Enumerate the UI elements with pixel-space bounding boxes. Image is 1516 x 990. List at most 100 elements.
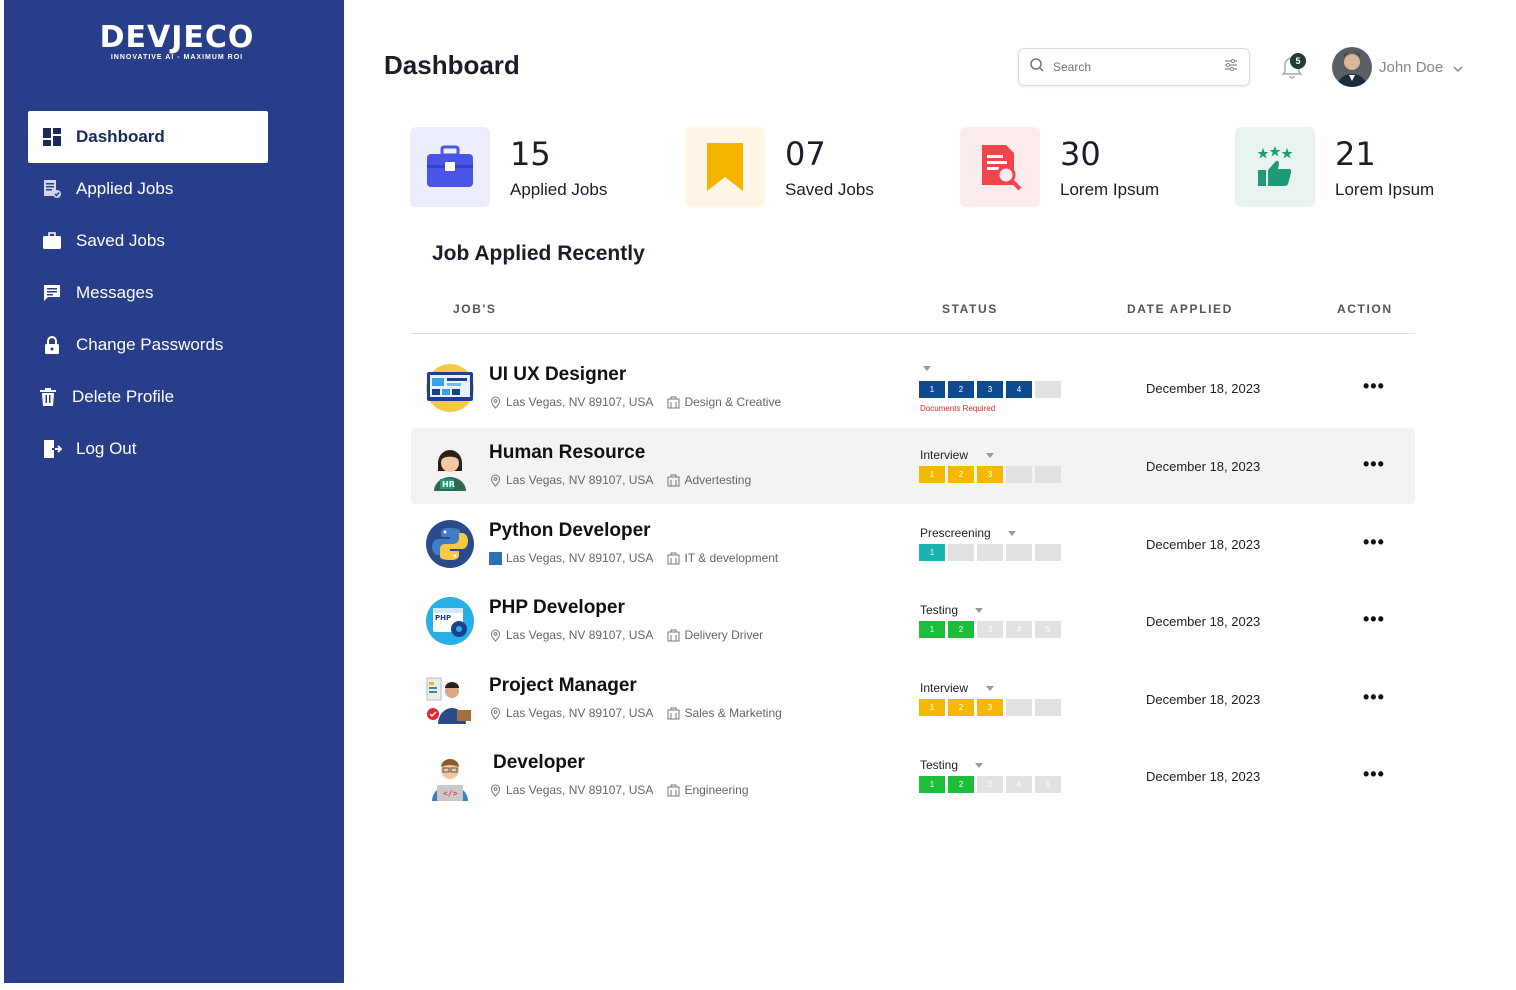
job-title[interactable]: UI UX Designer <box>489 364 626 386</box>
avatar[interactable] <box>1332 47 1372 87</box>
stat-label: Lorem Ipsum <box>1060 180 1160 199</box>
table-row[interactable]: PHP PHP Developer Las Vegas, NV 89107, U… <box>411 583 1415 659</box>
more-actions-icon[interactable]: ••• <box>1363 764 1385 785</box>
brand-logo[interactable]: DEVJECO INNOVATIVE AI - MAXIMUM ROI <box>92 22 262 62</box>
sidebar-item-change-passwords[interactable]: Change Passwords <box>28 319 268 371</box>
status-steps: 12345 <box>919 776 1064 793</box>
sidebar-item-delete-profile[interactable]: Delete Profile <box>28 371 268 423</box>
job-title[interactable]: Project Manager <box>489 675 637 697</box>
ui-ux-designer-thumbnail-icon <box>425 363 475 413</box>
search-box[interactable] <box>1018 48 1250 86</box>
status-step: 1 <box>919 699 945 716</box>
dashboard-icon <box>42 127 62 147</box>
status-dropdown-icon[interactable] <box>975 608 983 613</box>
date-applied: December 18, 2023 <box>1146 381 1261 396</box>
more-actions-icon[interactable]: ••• <box>1363 687 1385 708</box>
brand-tagline: INNOVATIVE AI - MAXIMUM ROI <box>110 54 244 61</box>
sidebar-item-label: Messages <box>76 283 154 302</box>
bookmark-icon <box>685 127 765 207</box>
status-step <box>1035 466 1061 483</box>
stat-value: 21 <box>1335 135 1376 173</box>
search-icon <box>1029 57 1045 78</box>
more-actions-icon[interactable]: ••• <box>1363 376 1385 397</box>
status-step: 3 <box>977 621 1003 638</box>
table-row[interactable]: Python Developer Las Vegas, NV 89107, US… <box>411 506 1415 582</box>
sidebar-item-label: Dashboard <box>76 127 165 146</box>
more-actions-icon[interactable]: ••• <box>1363 532 1385 553</box>
project-manager-thumbnail-icon <box>425 674 475 724</box>
date-applied: December 18, 2023 <box>1146 537 1261 552</box>
location-pin-icon <box>490 473 501 487</box>
status-label: Interview <box>920 448 969 462</box>
location-pin-icon <box>490 706 501 720</box>
status-step <box>1035 544 1061 561</box>
column-header-action: ACTION <box>1337 302 1393 316</box>
job-category: Delivery Driver <box>684 628 764 642</box>
page-title: Dashboard <box>384 50 520 80</box>
status-step: 2 <box>948 466 974 483</box>
stat-value: 07 <box>785 135 826 173</box>
php-thumbnail-icon: PHP <box>425 596 475 646</box>
sidebar-item-log-out[interactable]: Log Out <box>28 423 268 475</box>
table-row[interactable]: HR Human Resource Las Vegas, NV 89107, U… <box>411 428 1415 504</box>
job-category: Engineering <box>684 783 749 797</box>
location-pin-icon <box>490 628 501 642</box>
status-steps: 123 <box>919 699 1064 716</box>
more-actions-icon[interactable]: ••• <box>1363 454 1385 475</box>
job-title[interactable]: Python Developer <box>489 520 651 542</box>
message-icon <box>42 283 62 303</box>
job-title[interactable]: PHP Developer <box>489 597 625 619</box>
sidebar-item-label: Change Passwords <box>76 335 224 354</box>
trash-icon <box>38 387 58 407</box>
more-actions-icon[interactable]: ••• <box>1363 609 1385 630</box>
date-applied: December 18, 2023 <box>1146 459 1261 474</box>
status-step: 5 <box>1035 776 1061 793</box>
svg-text:PHP: PHP <box>435 614 451 622</box>
sidebar-item-label: Delete Profile <box>72 387 175 406</box>
chevron-down-icon[interactable] <box>1452 62 1464 80</box>
job-location: Las Vegas, NV 89107, USA <box>506 473 654 487</box>
search-input[interactable] <box>1053 60 1223 74</box>
section-title: Job Applied Recently <box>432 242 645 265</box>
logout-icon <box>42 439 62 459</box>
status-step: 1 <box>919 776 945 793</box>
thumbs-up-stars-icon <box>1235 127 1315 207</box>
svg-text:</>: </> <box>443 789 458 798</box>
developer-thumbnail-icon: </> <box>425 751 475 801</box>
python-thumbnail-icon <box>425 519 475 569</box>
table-row[interactable]: UI UX Designer Las Vegas, NV 89107, USA … <box>411 350 1415 426</box>
job-meta: Las Vegas, NV 89107, USA IT & developmen… <box>489 551 792 565</box>
job-location: Las Vegas, NV 89107, USA <box>506 628 654 642</box>
table-row[interactable]: Project Manager Las Vegas, NV 89107, USA… <box>411 661 1415 737</box>
sidebar-item-saved-jobs[interactable]: Saved Jobs <box>28 215 268 267</box>
status-dropdown-icon[interactable] <box>986 686 994 691</box>
table-row[interactable]: </> Developer Las Vegas, NV 89107, USA E… <box>411 738 1415 814</box>
status-dropdown-icon[interactable] <box>923 366 931 371</box>
sidebar-item-messages[interactable]: Messages <box>28 267 268 319</box>
user-name[interactable]: John Doe <box>1379 59 1443 76</box>
date-applied: December 18, 2023 <box>1146 614 1261 629</box>
job-title[interactable]: Human Resource <box>489 442 645 464</box>
square-icon <box>489 551 502 565</box>
status-label: Prescreening <box>920 526 991 540</box>
status-step <box>1035 381 1061 398</box>
status-steps: 1234 <box>919 381 1064 398</box>
date-applied: December 18, 2023 <box>1146 769 1261 784</box>
sidebar-item-applied-jobs[interactable]: Applied Jobs <box>28 163 268 215</box>
status-step <box>1006 466 1032 483</box>
status-dropdown-icon[interactable] <box>1008 531 1016 536</box>
filter-icon[interactable] <box>1223 57 1239 78</box>
building-icon <box>667 396 680 408</box>
status-steps: 12345 <box>919 621 1064 638</box>
job-meta: Las Vegas, NV 89107, USA Delivery Driver <box>489 628 777 642</box>
lock-icon <box>42 335 62 355</box>
job-location: Las Vegas, NV 89107, USA <box>506 783 654 797</box>
sidebar-item-dashboard[interactable]: Dashboard <box>28 111 268 163</box>
notification-badge: 5 <box>1290 53 1306 69</box>
status-dropdown-icon[interactable] <box>975 763 983 768</box>
job-category: Design & Creative <box>684 395 782 409</box>
status-note: Documents Required <box>920 404 996 413</box>
status-dropdown-icon[interactable] <box>986 453 994 458</box>
job-title[interactable]: Developer <box>493 752 585 774</box>
column-header-status: STATUS <box>942 302 998 316</box>
